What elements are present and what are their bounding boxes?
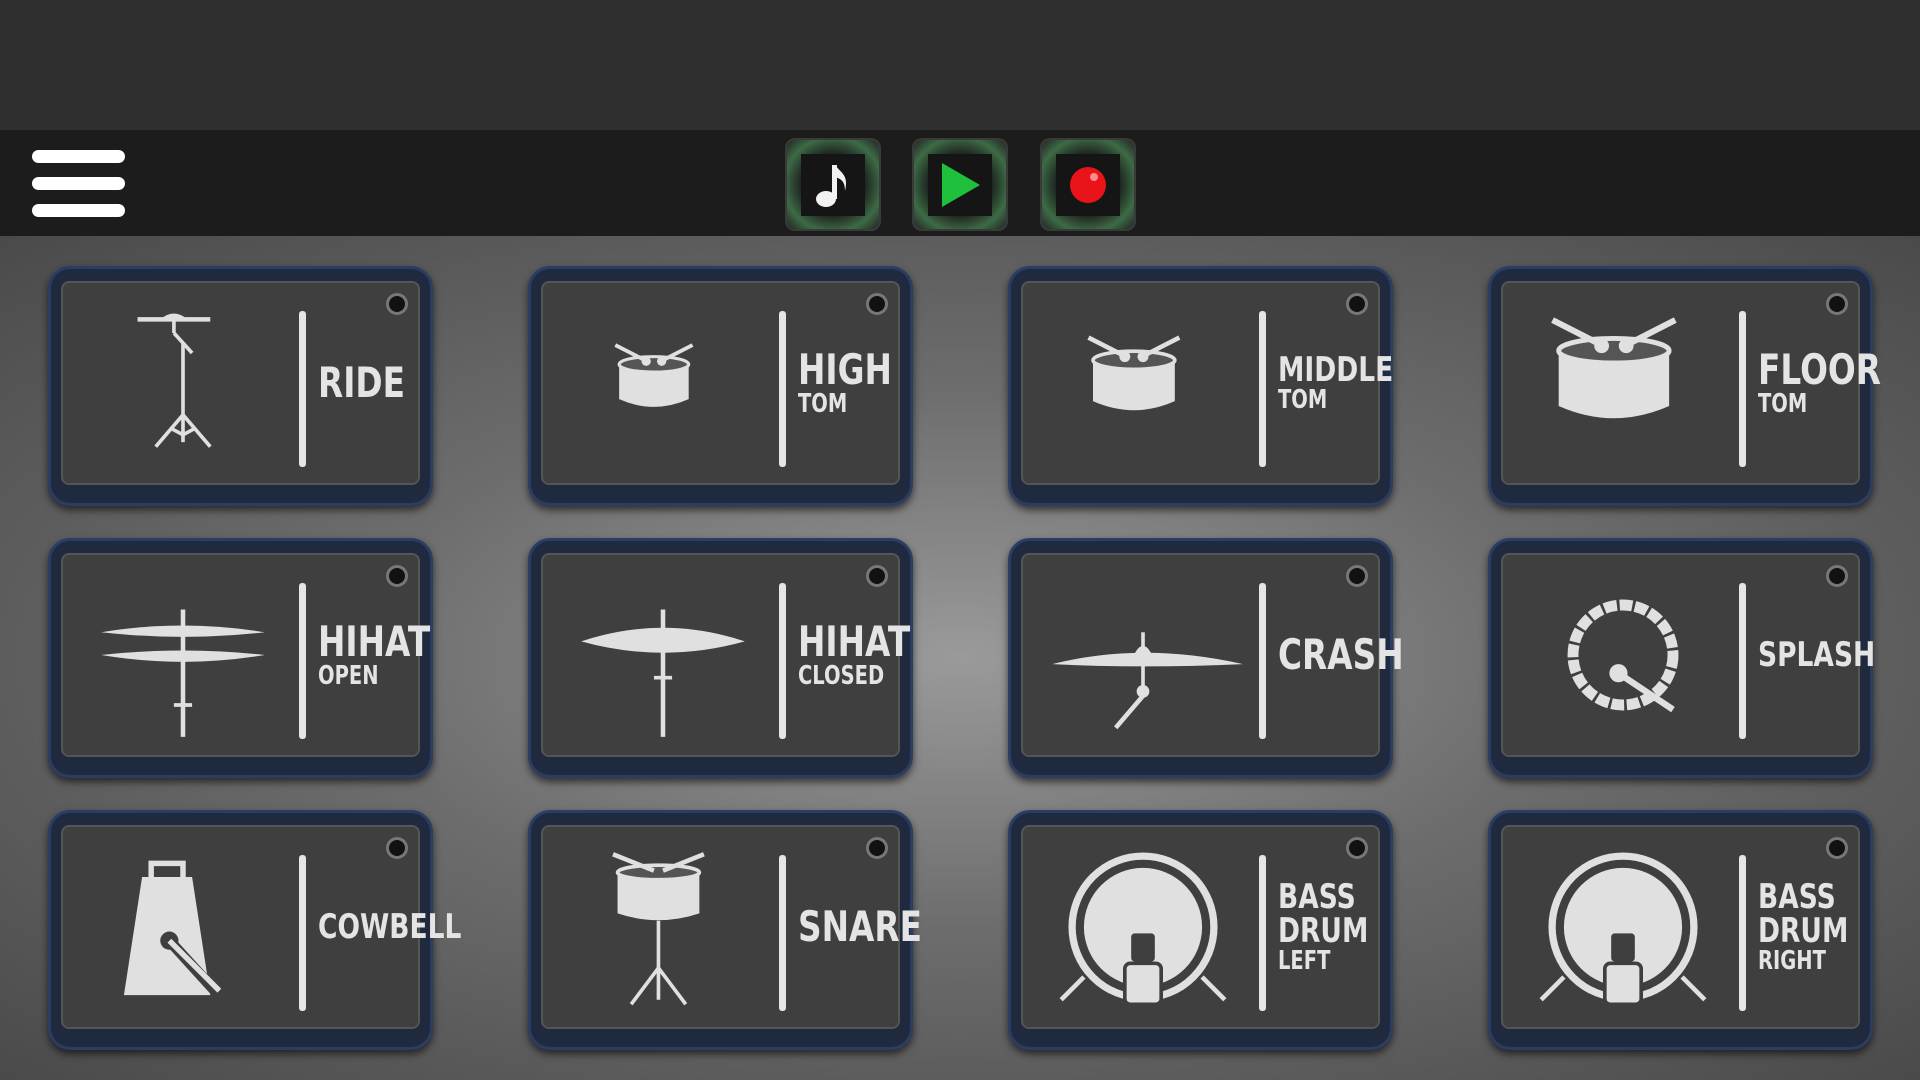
drum-pad-middle-tom[interactable]: MIDDLE TOM [1008,266,1393,506]
drum-pad-bass-drum-right[interactable]: BASS DRUM RIGHT [1488,810,1873,1050]
drum-pad-floor-tom[interactable]: FLOOR TOM [1488,266,1881,506]
pad-label-main-2: DRUM [1278,911,1369,951]
drum-pad-grid: RIDE HIGH TOM MIDDLE TOM FLOOR TOM HIHAT… [0,236,1920,1080]
pad-face: COWBELL [61,825,461,1029]
divider [299,311,306,467]
divider [1259,583,1266,739]
pad-label: BASS DRUM RIGHT [1758,827,1878,1027]
pad-face: BASS DRUM LEFT [1021,825,1380,1029]
pad-label-main: HIHAT [318,617,431,666]
pad-label: HIHAT CLOSED [798,555,918,755]
hihat-open-icon [101,609,265,737]
status-bar [0,0,1920,130]
pad-label-sub: TOM [798,389,848,419]
crash-cymbal-icon [1052,632,1243,730]
pad-face: HIHAT CLOSED [541,553,910,757]
pad-label: BASS DRUM LEFT [1278,827,1398,1027]
high-tom-icon [614,343,694,407]
pad-label: HIGH TOM [798,283,918,483]
ride-cymbal-icon [137,313,212,448]
pad-label-sub: OPEN [318,661,379,691]
pad-label-sub: CLOSED [798,661,885,691]
pad-label-main: SPLASH [1758,635,1876,675]
divider [1739,855,1746,1011]
drum-pad-bass-drum-left[interactable]: BASS DRUM LEFT [1008,810,1393,1050]
drum-pad-crash[interactable]: CRASH [1008,538,1404,778]
drum-pad-snare[interactable]: SNARE [528,810,922,1050]
record-button[interactable] [1040,138,1136,231]
play-icon [942,162,980,207]
drum-pad-cowbell[interactable]: COWBELL [48,810,461,1050]
splash-icon [1567,599,1679,713]
drum-pad-hihat-open[interactable]: HIHAT OPEN [48,538,433,778]
pad-label: SNARE [798,827,922,1027]
pad-face: BASS DRUM RIGHT [1501,825,1860,1029]
pad-face: CRASH [1021,553,1404,757]
pad-face: HIHAT OPEN [61,553,430,757]
snare-icon [612,852,705,1006]
pad-label: MIDDLE TOM [1278,283,1398,483]
pad-label: COWBELL [318,827,462,1027]
pad-label-main: MIDDLE [1278,350,1394,390]
pad-face: HIGH TOM [541,281,900,485]
drum-pad-splash[interactable]: SPLASH [1488,538,1875,778]
middle-tom-icon [1087,335,1181,411]
pad-label: FLOOR TOM [1758,283,1882,483]
divider [1739,311,1746,467]
pad-label-main: COWBELL [318,907,462,947]
cowbell-icon [123,860,222,996]
pad-label: SPLASH [1758,555,1878,755]
bass-drum-right-icon [1539,852,1707,1007]
hamburger-menu-icon[interactable] [32,150,125,217]
drum-pad-high-tom[interactable]: HIGH TOM [528,266,913,506]
divider [299,583,306,739]
pad-label-main-2: DRUM [1758,911,1849,951]
pad-label-main: FLOOR [1758,345,1882,394]
floor-tom-icon [1551,317,1677,419]
pad-face: SNARE [541,825,922,1029]
pad-face: FLOOR TOM [1501,281,1881,485]
pad-label-main: HIGH [798,345,892,394]
drum-pad-hihat-closed[interactable]: HIHAT CLOSED [528,538,913,778]
pad-label-sub: TOM [1758,389,1808,419]
divider [299,855,306,1011]
record-icon [1070,166,1106,203]
music-note-button[interactable] [785,138,881,231]
pad-label-main: SNARE [798,902,922,951]
pad-label-main: BASS [1278,877,1356,917]
pad-label: HIHAT OPEN [318,555,438,755]
pad-label-sub: LEFT [1278,946,1331,976]
drum-pad-ride[interactable]: RIDE [48,266,433,506]
divider [779,583,786,739]
pad-label-main: RIDE [318,358,405,407]
divider [779,855,786,1011]
pad-label-main: BASS [1758,877,1836,917]
pad-label: CRASH [1278,555,1404,755]
pad-label-main: HIHAT [798,617,911,666]
music-note-icon [816,164,847,207]
pad-label-sub: RIGHT [1758,946,1826,976]
toolbar [0,130,1920,236]
pad-label-sub: TOM [1278,385,1328,415]
divider [1739,583,1746,739]
pad-label: RIDE [318,283,438,483]
bass-drum-left-icon [1059,852,1227,1007]
pad-face: MIDDLE TOM [1021,281,1393,485]
hihat-closed-icon [581,609,745,737]
pad-label-main: CRASH [1278,630,1404,679]
pad-face: RIDE [61,281,420,485]
divider [1259,311,1266,467]
play-button[interactable] [912,138,1008,231]
divider [779,311,786,467]
divider [1259,855,1266,1011]
pad-face: SPLASH [1501,553,1875,757]
